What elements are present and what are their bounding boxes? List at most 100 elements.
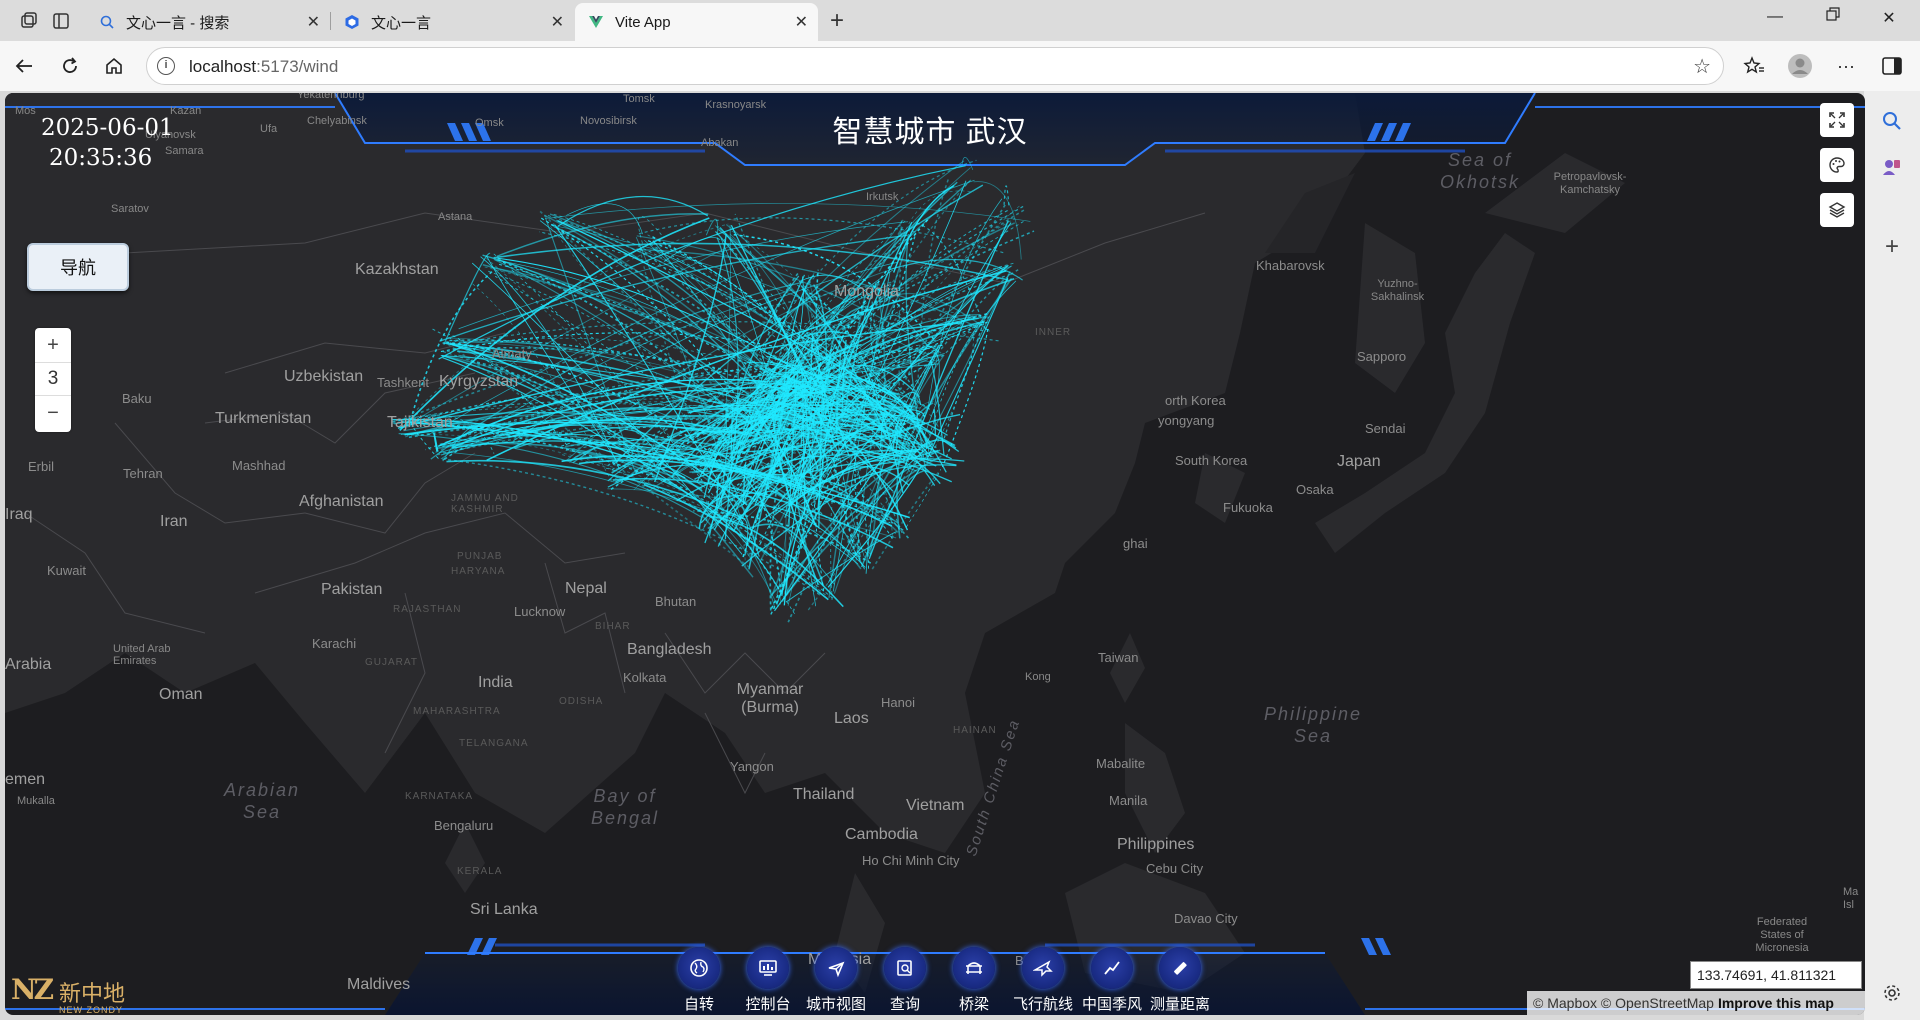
- map-label-mashhad: Mashhad: [232, 458, 286, 473]
- navigation-button[interactable]: 导航: [27, 243, 129, 291]
- query-icon: [884, 947, 926, 989]
- map-label-india: India: [478, 674, 513, 691]
- refresh-icon[interactable]: [56, 52, 84, 80]
- nav-measure-button[interactable]: 测量距离: [1150, 947, 1210, 1014]
- map-label-inner-mongolia: INNER: [1035, 327, 1072, 338]
- map-label-oman: Oman: [159, 686, 203, 703]
- workspaces-icon[interactable]: [16, 8, 42, 34]
- home-icon[interactable]: [100, 52, 128, 80]
- improve-map-link[interactable]: Improve this map: [1718, 995, 1834, 1011]
- close-tab-icon[interactable]: ✕: [551, 12, 564, 32]
- map-label-ho-chi-minh: Ho Chi Minh City: [862, 853, 960, 868]
- new-tab-icon[interactable]: +: [824, 7, 850, 34]
- url-host: localhost: [189, 57, 257, 76]
- globe-icon: [678, 947, 720, 989]
- nav-monsoon-button[interactable]: 中国季风: [1082, 947, 1142, 1014]
- map-label-vietnam: Vietnam: [906, 797, 965, 814]
- vite-icon: [587, 13, 605, 31]
- map-label-khabarovsk: Khabarovsk: [1256, 258, 1325, 273]
- map-label-tashkent: Tashkent: [377, 375, 430, 390]
- back-icon[interactable]: [10, 52, 38, 80]
- search-icon[interactable]: [1878, 107, 1906, 135]
- url-bar[interactable]: i localhost:5173/wind ☆: [146, 47, 1724, 85]
- zoom-level: 3: [35, 362, 71, 396]
- copilot-icon[interactable]: [1878, 153, 1906, 181]
- map-label-bangladesh: Bangladesh: [627, 641, 712, 658]
- map-label-tajikistan: Tajikistan: [387, 414, 453, 431]
- tab-actions-icon[interactable]: [48, 8, 74, 34]
- add-sidebar-app-icon[interactable]: +: [1878, 233, 1906, 261]
- map-canvas[interactable]: Mos Kazan Yekaterinburg Ufa Chelyabinsk …: [5, 93, 1865, 1015]
- logo-mark: NZ: [11, 973, 54, 1006]
- nav-label: 中国季风: [1081, 996, 1142, 1013]
- map-label-ufa: Ufa: [260, 123, 278, 135]
- map-label-cambodia: Cambodia: [845, 826, 918, 843]
- basemap-layer: [5, 93, 1865, 1015]
- search-icon: [98, 13, 116, 31]
- close-tab-icon[interactable]: ✕: [795, 12, 808, 32]
- tab-strip: 文心一言 - 搜索 ✕ 文心一言 ✕ Vite App ✕ + — ✕: [0, 0, 1920, 41]
- favorite-star-icon[interactable]: ☆: [1693, 54, 1711, 79]
- favorites-icon[interactable]: [1740, 52, 1768, 80]
- map-label-hainan: HAINAN: [953, 725, 997, 736]
- map-label-hong-kong: Kong: [1025, 671, 1051, 683]
- map-label-nepal: Nepal: [565, 580, 607, 597]
- minimize-icon[interactable]: —: [1760, 8, 1790, 26]
- map-label-japan: Japan: [1337, 453, 1381, 470]
- map-label-erbil: Erbil: [28, 459, 55, 474]
- tab-vite-app[interactable]: Vite App ✕: [575, 3, 818, 41]
- map-label-fukuoka: Fukuoka: [1223, 500, 1273, 515]
- tab-wenxin[interactable]: 文心一言 ✕: [331, 3, 574, 41]
- more-options-icon[interactable]: ···: [1832, 52, 1860, 80]
- close-window-icon[interactable]: ✕: [1874, 8, 1904, 28]
- nav-city-view-button[interactable]: 城市视图: [806, 947, 866, 1014]
- map-label-almaty: Almaty: [492, 346, 532, 361]
- map-label-philippine-sea: Philippine Sea: [1263, 704, 1363, 746]
- map-label-cebu: Cebu City: [1146, 861, 1204, 876]
- map-label-pyongyang: yongyang: [1158, 413, 1215, 428]
- restore-icon[interactable]: [1818, 7, 1848, 26]
- map-label-irkutsk: Irkutsk: [866, 191, 899, 203]
- tab-title: Vite App: [615, 13, 671, 31]
- zoom-control: + 3 −: [35, 328, 71, 432]
- address-toolbar: i localhost:5173/wind ☆ ···: [0, 41, 1920, 91]
- map-label-uae: United Arab Emirates: [113, 643, 171, 667]
- zoom-out-button[interactable]: −: [35, 396, 71, 430]
- url-path: :5173/wind: [256, 57, 339, 76]
- nav-bridge-button[interactable]: 桥梁: [946, 947, 1002, 1014]
- map-label-kyrgyzstan: Kyrgyzstan: [439, 373, 519, 390]
- nav-console-button[interactable]: 控制台: [740, 947, 796, 1014]
- logo-subtext: NEW ZONDY: [59, 1005, 123, 1015]
- profile-avatar[interactable]: [1786, 52, 1814, 80]
- map-label-philippines: Philippines: [1117, 836, 1195, 853]
- trend-line-icon: [1091, 947, 1133, 989]
- style-palette-button[interactable]: [1820, 148, 1854, 182]
- nav-flight-route-button[interactable]: 飞行航线: [1013, 947, 1073, 1014]
- settings-gear-icon[interactable]: [1878, 979, 1906, 1007]
- map-label-shanghai: ghai: [1123, 536, 1148, 551]
- sidebar-toggle-icon[interactable]: [1878, 52, 1906, 80]
- tab-search[interactable]: 文心一言 - 搜索 ✕: [86, 3, 330, 41]
- url-text[interactable]: localhost:5173/wind: [189, 57, 338, 77]
- tab-title: 文心一言 - 搜索: [126, 14, 230, 32]
- map-label-telangana: TELANGANA: [459, 738, 529, 749]
- map-label-sri-lanka: Sri Lanka: [470, 901, 538, 918]
- map-label-kolkata: Kolkata: [623, 670, 667, 685]
- nav-query-button[interactable]: 查询: [877, 947, 933, 1014]
- map-attribution: © Mapbox © OpenStreetMap Improve this ma…: [1527, 991, 1865, 1015]
- map-label-kazakhstan: Kazakhstan: [355, 261, 439, 278]
- nav-label: 桥梁: [958, 996, 989, 1013]
- map-label-laos: Laos: [834, 710, 869, 727]
- map-label-petropavlovsk: Petropavlovsk-Kamchatsky: [1553, 171, 1627, 196]
- map-label-krasnoyarsk: Krasnoyarsk: [705, 99, 767, 111]
- zoom-in-button[interactable]: +: [35, 328, 71, 362]
- close-tab-icon[interactable]: ✕: [307, 12, 320, 32]
- site-info-icon[interactable]: i: [157, 57, 175, 75]
- map-label-tomsk: Tomsk: [623, 93, 655, 105]
- layers-button[interactable]: [1820, 193, 1854, 227]
- map-label-yemen: emen: [5, 771, 46, 788]
- fullscreen-button[interactable]: [1820, 103, 1854, 137]
- map-label-punjab: PUNJAB: [457, 551, 503, 562]
- flight-icon: [1022, 947, 1064, 989]
- nav-rotate-button[interactable]: 自转: [671, 947, 727, 1014]
